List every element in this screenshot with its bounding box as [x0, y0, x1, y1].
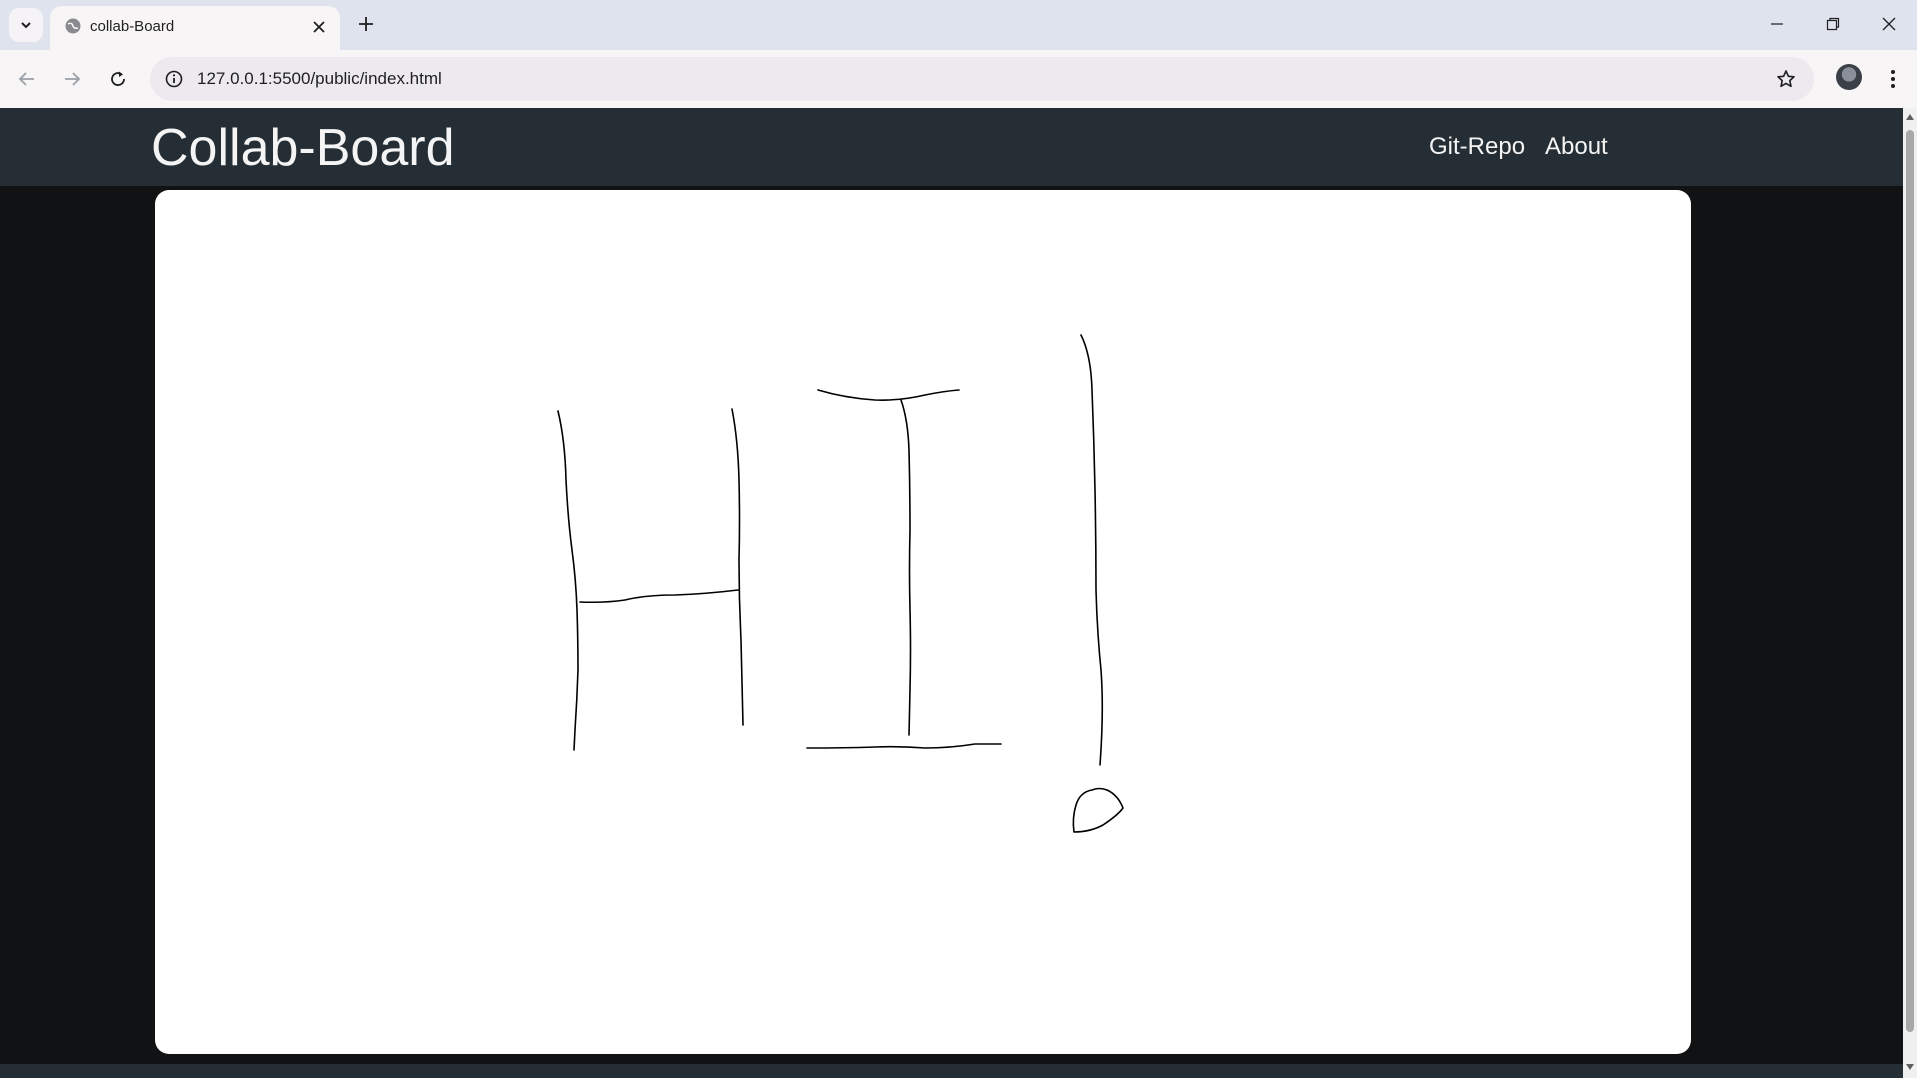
- arrow-left-icon: [18, 72, 34, 86]
- drawing-layer: [557, 334, 1124, 833]
- page-footer: [0, 1064, 1903, 1078]
- stroke-h-right: [731, 408, 744, 726]
- site-brand[interactable]: Collab-Board: [151, 118, 455, 178]
- window-close-button[interactable]: [1874, 10, 1904, 38]
- browser-tab[interactable]: collab-Board: [50, 6, 340, 50]
- browser-menu-button[interactable]: [1880, 64, 1906, 94]
- star-icon: [1777, 70, 1795, 88]
- stroke-h-left: [557, 410, 579, 751]
- window-minimize-button[interactable]: [1762, 10, 1792, 38]
- nav-link-git-repo[interactable]: Git-Repo: [1429, 133, 1525, 161]
- reload-icon: [111, 71, 125, 86]
- new-tab-button[interactable]: [352, 10, 380, 38]
- url-text[interactable]: 127.0.0.1:5500/public/index.html: [197, 69, 442, 89]
- close-icon: [313, 21, 325, 33]
- kebab-menu-icon: [1891, 70, 1895, 88]
- address-bar[interactable]: 127.0.0.1:5500/public/index.html: [150, 57, 1814, 101]
- triangle-down-icon: [1906, 1064, 1914, 1070]
- site-navbar: Collab-Board Git-Repo About: [0, 108, 1903, 186]
- tab-title: collab-Board: [90, 18, 175, 35]
- stroke-i-bottom: [806, 743, 1002, 749]
- reload-button[interactable]: [103, 64, 133, 94]
- arrow-right-icon: [65, 72, 81, 86]
- triangle-up-icon: [1906, 114, 1914, 120]
- page-viewport: Collab-Board Git-Repo About: [0, 108, 1903, 1078]
- stroke-h-crossbar: [579, 589, 739, 604]
- back-button[interactable]: [12, 64, 42, 94]
- plus-icon: [359, 17, 373, 31]
- browser-tab-bar: collab-Board: [0, 0, 1917, 50]
- scroll-down-button[interactable]: [1903, 1060, 1917, 1074]
- site-info-button[interactable]: [160, 65, 188, 93]
- stroke-i-vertical: [900, 399, 912, 736]
- restore-icon: [1826, 17, 1840, 31]
- forward-button[interactable]: [57, 64, 87, 94]
- chevron-down-icon: [21, 22, 31, 29]
- tab-list-button[interactable]: [9, 8, 43, 42]
- tab-close-button[interactable]: [308, 16, 330, 38]
- page-scrollbar[interactable]: [1903, 108, 1917, 1078]
- globe-icon: [65, 18, 81, 34]
- stroke-exclamation-dot: [1072, 787, 1124, 833]
- profile-avatar[interactable]: [1836, 64, 1862, 90]
- window-restore-button[interactable]: [1818, 10, 1848, 38]
- scroll-thumb[interactable]: [1906, 130, 1914, 1032]
- minimize-icon: [1771, 23, 1783, 25]
- close-icon: [1882, 17, 1896, 31]
- browser-toolbar: 127.0.0.1:5500/public/index.html: [0, 50, 1917, 108]
- info-icon: [165, 70, 183, 88]
- stroke-i-top: [817, 389, 960, 401]
- stroke-exclamation-line: [1080, 334, 1104, 766]
- nav-link-about[interactable]: About: [1545, 133, 1608, 161]
- scroll-up-button[interactable]: [1903, 110, 1917, 124]
- drawing-canvas[interactable]: [155, 190, 1691, 1054]
- bookmark-button[interactable]: [1772, 65, 1800, 93]
